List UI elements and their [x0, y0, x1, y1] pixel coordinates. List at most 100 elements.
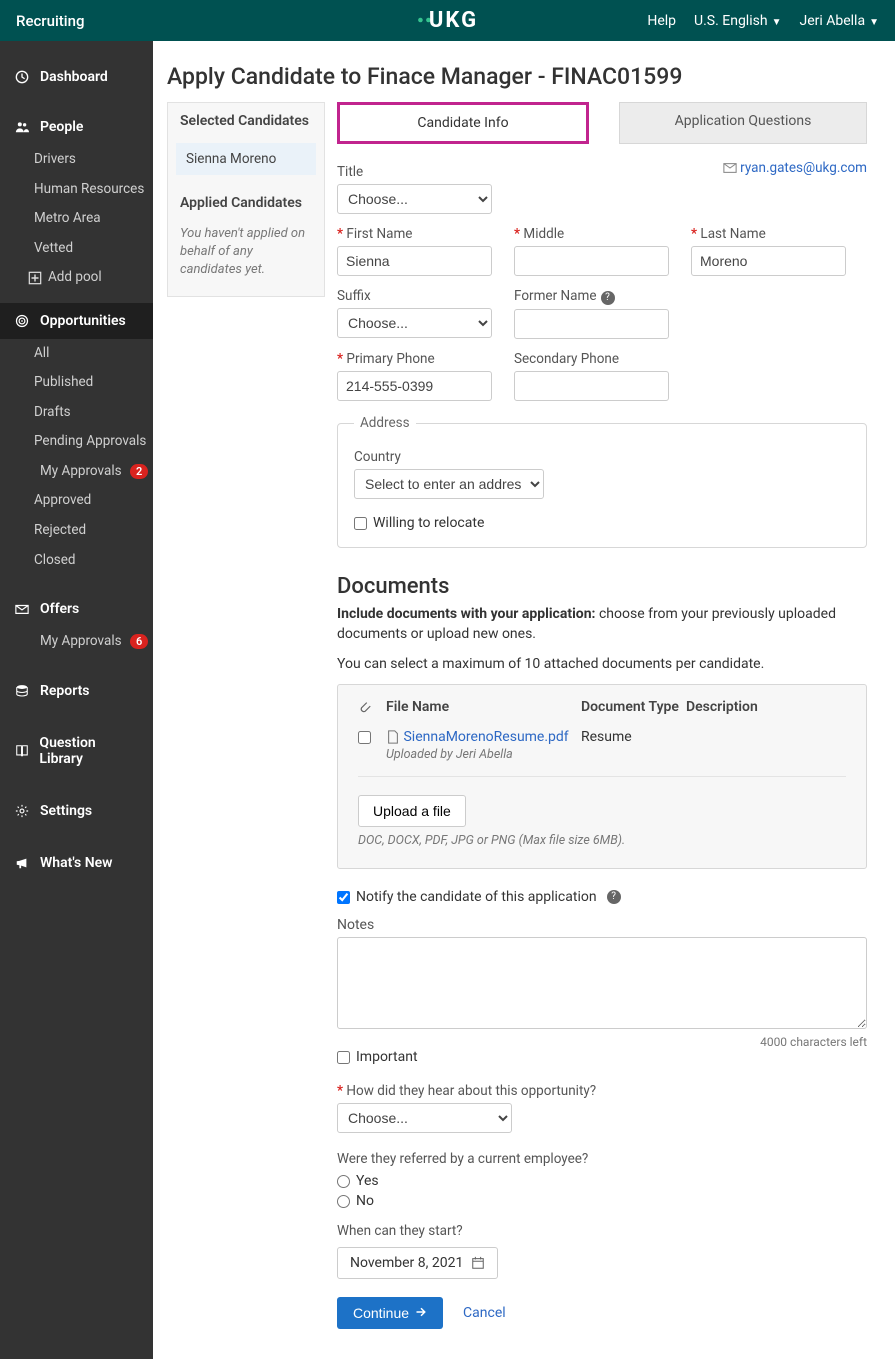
nav-people[interactable]: People: [0, 109, 153, 145]
nav-opp-my-approvals[interactable]: My Approvals 2: [0, 457, 153, 487]
col-file-name: File Name: [386, 699, 581, 715]
help-icon[interactable]: ?: [607, 890, 621, 904]
top-bar: Recruiting UKG Help U.S. English▼ Jeri A…: [0, 0, 895, 41]
chars-left: 4000 characters left: [337, 1035, 867, 1049]
sidebar: Dashboard People Drivers Human Resources…: [0, 41, 153, 1359]
plus-square-icon: [28, 269, 42, 287]
last-name-input[interactable]: [691, 246, 846, 276]
people-icon: [14, 119, 30, 135]
nav-opp-all[interactable]: All: [0, 339, 153, 369]
nav-opp-closed[interactable]: Closed: [0, 546, 153, 576]
former-name-input[interactable]: [514, 309, 669, 339]
tab-application-questions[interactable]: Application Questions: [619, 102, 867, 144]
documents-limit: You can select a maximum of 10 attached …: [337, 656, 867, 672]
nav-offers-my-approvals[interactable]: My Approvals 6: [0, 627, 153, 657]
gear-icon: [14, 803, 30, 819]
main-content: Apply Candidate to Finace Manager - FINA…: [153, 41, 895, 1359]
middle-input[interactable]: [514, 246, 669, 276]
important-label: Important: [356, 1049, 418, 1065]
documents-note: Include documents with your application:…: [337, 605, 867, 644]
nav-add-pool[interactable]: Add pool: [0, 263, 153, 293]
address-legend: Address: [354, 415, 416, 431]
help-link[interactable]: Help: [647, 13, 676, 29]
nav-dashboard[interactable]: Dashboard: [0, 59, 153, 95]
documents-box: File Name Document Type Description Sien…: [337, 684, 867, 869]
country-select[interactable]: Select to enter an address ...: [354, 469, 544, 499]
title-label: Title: [337, 164, 591, 180]
upload-hint: DOC, DOCX, PDF, JPG or PNG (Max file siz…: [358, 833, 846, 848]
user-dropdown[interactable]: Jeri Abella▼: [799, 13, 879, 29]
secondary-phone-label: Secondary Phone: [514, 351, 669, 367]
hear-select[interactable]: Choose...: [337, 1103, 512, 1133]
nav-opp-pending[interactable]: Pending Approvals: [0, 427, 153, 457]
nav-whats-new[interactable]: What's New: [0, 845, 153, 881]
candidates-panel: Selected Candidates Sienna Moreno Applie…: [167, 102, 325, 297]
start-date-label: When can they start?: [337, 1223, 867, 1239]
last-name-label: Last Name: [691, 226, 846, 242]
continue-button[interactable]: Continue: [337, 1297, 443, 1329]
former-name-label: Former Name?: [514, 288, 669, 305]
document-select-checkbox[interactable]: [358, 731, 371, 744]
notify-candidate-label: Notify the candidate of this application: [356, 889, 597, 905]
referral-no-option[interactable]: No: [337, 1193, 867, 1209]
first-name-input[interactable]: [337, 246, 492, 276]
nav-opp-rejected[interactable]: Rejected: [0, 516, 153, 546]
notify-candidate-checkbox[interactable]: [337, 891, 350, 904]
bullhorn-icon: [14, 855, 30, 871]
app-name: Recruiting: [16, 12, 84, 30]
nav-people-hr[interactable]: Human Resources: [0, 175, 153, 205]
selected-candidates-head: Selected Candidates: [168, 103, 324, 139]
nav-reports[interactable]: Reports: [0, 673, 153, 709]
nav-settings[interactable]: Settings: [0, 793, 153, 829]
selected-candidate-item[interactable]: Sienna Moreno: [176, 143, 316, 175]
notes-label: Notes: [337, 917, 867, 933]
applied-candidates-head: Applied Candidates: [168, 185, 324, 221]
relocate-checkbox[interactable]: [354, 517, 367, 530]
nav-people-vetted[interactable]: Vetted: [0, 234, 153, 264]
middle-label: Middle: [514, 226, 669, 242]
calendar-icon: [471, 1255, 485, 1271]
nav-opp-approved[interactable]: Approved: [0, 486, 153, 516]
book-icon: [14, 743, 29, 759]
relocate-label: Willing to relocate: [373, 515, 484, 531]
nav-question-library[interactable]: Question Library: [0, 725, 153, 777]
help-icon[interactable]: ?: [601, 291, 615, 305]
first-name-label: First Name: [337, 226, 492, 242]
badge-count: 2: [130, 464, 148, 479]
document-file-link[interactable]: SiennaMorenoResume.pdf: [403, 729, 568, 745]
primary-phone-input[interactable]: [337, 371, 492, 401]
title-select[interactable]: Choose...: [337, 184, 492, 214]
address-fieldset: Address Country Select to enter an addre…: [337, 415, 867, 548]
database-icon: [14, 683, 30, 699]
envelope-icon: [723, 160, 737, 176]
tab-candidate-info[interactable]: Candidate Info: [337, 102, 589, 144]
col-doc-type: Document Type: [581, 699, 686, 715]
nav-people-metro[interactable]: Metro Area: [0, 204, 153, 234]
uploaded-by: Uploaded by Jeri Abella: [386, 747, 581, 762]
primary-phone-label: Primary Phone: [337, 351, 492, 367]
country-label: Country: [354, 449, 850, 465]
document-row: SiennaMorenoResume.pdf Uploaded by Jeri …: [358, 723, 846, 777]
document-type: Resume: [581, 729, 686, 745]
suffix-select[interactable]: Choose...: [337, 308, 492, 338]
important-checkbox[interactable]: [337, 1051, 350, 1064]
clock-icon: [14, 69, 30, 85]
hear-label: How did they hear about this opportunity…: [337, 1083, 867, 1099]
referral-yes-option[interactable]: Yes: [337, 1173, 867, 1189]
documents-heading: Documents: [337, 574, 867, 599]
referral-no-radio[interactable]: [337, 1195, 350, 1208]
secondary-phone-input[interactable]: [514, 371, 669, 401]
referral-yes-radio[interactable]: [337, 1175, 350, 1188]
start-date-picker[interactable]: November 8, 2021: [337, 1247, 498, 1279]
ukg-logo: UKG: [417, 8, 478, 33]
notes-textarea[interactable]: [337, 937, 867, 1029]
candidate-email-link[interactable]: ryan.gates@ukg.com: [740, 160, 867, 176]
nav-offers[interactable]: Offers: [0, 591, 153, 627]
locale-dropdown[interactable]: U.S. English▼: [694, 13, 781, 29]
upload-file-button[interactable]: Upload a file: [358, 795, 466, 827]
nav-opp-drafts[interactable]: Drafts: [0, 398, 153, 428]
nav-opportunities[interactable]: Opportunities: [0, 303, 153, 339]
nav-people-drivers[interactable]: Drivers: [0, 145, 153, 175]
col-description: Description: [686, 699, 846, 715]
nav-opp-published[interactable]: Published: [0, 368, 153, 398]
